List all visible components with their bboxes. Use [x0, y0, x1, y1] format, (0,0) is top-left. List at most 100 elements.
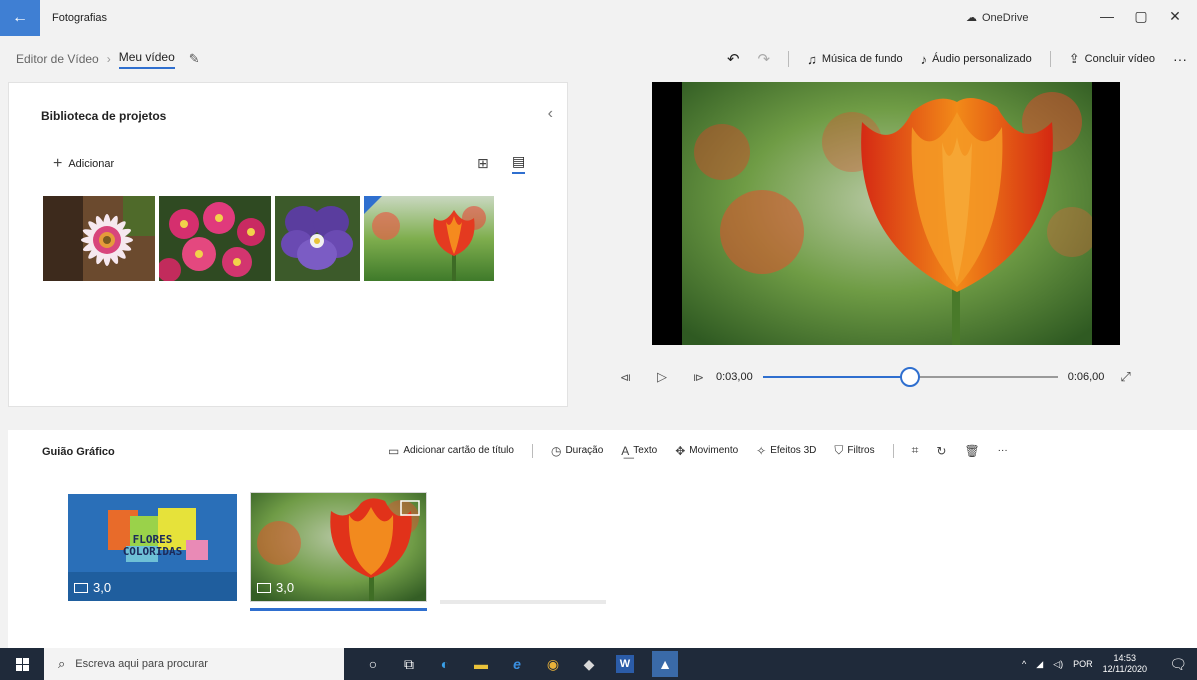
internet-explorer-icon[interactable]: e [508, 655, 526, 673]
effects-3d-button[interactable]: ✧ Efeitos 3D [756, 444, 816, 458]
motion-icon: ✥ [675, 443, 686, 458]
chrome-icon[interactable]: ◉ [544, 655, 562, 673]
play-button[interactable]: ▷ [657, 369, 667, 385]
minimize-button[interactable]: — [1092, 8, 1122, 24]
card-duration-value: 3,0 [276, 580, 295, 595]
add-media-button[interactable]: + Adicionar [53, 155, 114, 173]
next-frame-button[interactable]: ⧐ [693, 371, 704, 384]
total-time: 0:06,00 [1067, 371, 1105, 383]
storyboard-card-title[interactable]: FLORES COLORIDAS 3,0 [68, 494, 237, 601]
cloud-icon: ☁ [966, 12, 977, 24]
video-preview[interactable] [652, 82, 1120, 345]
more-options-button[interactable]: ··· [1173, 51, 1187, 67]
clock-icon: ◷ [550, 443, 562, 458]
taskbar-apps: ○ ⧉ ◐ ▬ e ◉ ◆ W ▲ [364, 651, 678, 677]
image-icon [74, 582, 88, 593]
breadcrumb-parent[interactable]: Editor de Vídeo [16, 52, 99, 66]
seek-bar-handle[interactable] [900, 367, 921, 387]
clock-date: 12/11/2020 [1102, 664, 1147, 674]
language-indicator[interactable]: POR [1073, 659, 1093, 669]
toolbar-divider [788, 51, 790, 67]
search-placeholder: Escreva aqui para procurar [75, 658, 208, 670]
library-item-gerbera[interactable] [43, 196, 155, 281]
title-card-line-2: COLORIDAS [122, 545, 183, 558]
text-icon: A͟ [621, 443, 630, 458]
taskbar-search[interactable]: ⌕ Escreva aqui para procurar [44, 648, 344, 680]
list-view-button[interactable]: ▤ [512, 153, 526, 174]
storyboard-toolbar: ▭ Adicionar cartão de título ◷ Duração A… [388, 443, 1026, 458]
expand-icon[interactable]: ⤢ [1120, 369, 1130, 385]
tulip-thumb-image [364, 196, 494, 281]
text-label: Texto [633, 445, 658, 456]
undo-button[interactable]: ↶ [727, 50, 740, 68]
network-icon[interactable]: ◢ [1036, 659, 1043, 670]
title-card-text: FLORES COLORIDAS [68, 534, 237, 558]
custom-audio-label: Áudio personalizado [932, 53, 1032, 65]
windows-taskbar: ⌕ Escreva aqui para procurar ○ ⧉ ◐ ▬ e ◉… [0, 648, 1197, 680]
toolbar-divider [1049, 51, 1051, 67]
toolbar-divider [892, 443, 894, 458]
search-icon: ⌕ [58, 656, 66, 671]
effects-3d-icon: ✧ [756, 443, 767, 458]
background-music-button[interactable]: ♫ Música de fundo [807, 52, 902, 67]
plus-icon: + [53, 155, 63, 172]
custom-audio-button[interactable]: ♪ Áudio personalizado [921, 52, 1032, 67]
library-item-tulip[interactable] [364, 196, 494, 281]
redo-button[interactable]: ↷ [758, 50, 771, 68]
trash-icon: 🗑 [964, 443, 980, 458]
library-item-chrysanthemums[interactable] [159, 196, 271, 281]
filters-button[interactable]: ⛉ Filtros [834, 443, 874, 458]
chrysanthemums-image [159, 196, 271, 281]
storyboard-card-tulip[interactable]: 3,0 [250, 492, 427, 602]
photos-icon[interactable]: ▲ [652, 651, 678, 677]
onedrive-label: OneDrive [982, 11, 1029, 24]
back-arrow-icon: ← [12, 9, 28, 26]
volume-icon[interactable]: ◁) [1053, 659, 1063, 670]
seek-bar[interactable] [762, 367, 1058, 387]
grid-view-button[interactable]: ⊞ [477, 155, 489, 172]
empty-storyboard-slot[interactable] [440, 494, 606, 604]
app-title: Fotografias [52, 12, 108, 24]
motion-button[interactable]: ✥ Movimento [675, 444, 738, 458]
previous-frame-button[interactable]: ⧏ [620, 371, 631, 384]
edge-icon[interactable]: ◐ [436, 655, 454, 673]
word-icon[interactable]: W [616, 655, 634, 673]
start-button[interactable] [0, 648, 44, 680]
pansy-image [275, 196, 360, 281]
back-button[interactable]: ← [0, 0, 40, 36]
add-title-card-button[interactable]: ▭ Adicionar cartão de título [388, 444, 514, 458]
card-duration-value: 3,0 [93, 580, 112, 595]
collapse-library-button[interactable]: ‹ [548, 105, 553, 123]
rename-pencil-icon[interactable]: ✎ [189, 51, 200, 67]
rotate-button[interactable]: ↻ [936, 444, 946, 458]
finish-video-button[interactable]: ⇪ Concluir vídeo [1069, 51, 1155, 67]
background-music-label: Música de fundo [821, 53, 903, 65]
motion-label: Movimento [689, 445, 739, 456]
finish-video-label: Concluir vídeo [1084, 53, 1155, 65]
duration-button[interactable]: ◷ Duração [551, 444, 603, 458]
eraser-app-icon[interactable]: ◆ [580, 655, 598, 673]
delete-button[interactable]: 🗑 [964, 444, 979, 458]
filter-icon: ⛉ [834, 443, 844, 457]
maximize-button[interactable]: ▢ [1126, 8, 1156, 25]
cortana-icon[interactable]: ○ [364, 655, 382, 673]
clock-time: 14:53 [1113, 653, 1137, 663]
image-icon [257, 582, 271, 593]
onedrive-button[interactable]: ☁ OneDrive [966, 11, 1029, 25]
music-note-icon: ♫ [807, 51, 817, 67]
task-view-icon[interactable]: ⧉ [400, 655, 418, 673]
library-item-pansy[interactable] [275, 196, 360, 281]
close-button[interactable]: ✕ [1160, 8, 1190, 25]
rotate-icon: ↻ [936, 443, 947, 458]
selection-indicator [250, 608, 427, 611]
file-explorer-icon[interactable]: ▬ [472, 655, 490, 673]
chevron-up-icon[interactable]: ^ [1022, 659, 1026, 669]
text-button[interactable]: A͟ Texto [621, 444, 657, 458]
crop-button[interactable]: ⌗ [912, 443, 919, 458]
windows-logo-icon [15, 657, 29, 671]
notifications-icon[interactable]: 🗨 [1169, 656, 1187, 673]
duration-label: Duração [565, 445, 604, 456]
storyboard-more-button[interactable]: ··· [998, 445, 1008, 456]
project-library-panel: Biblioteca de projetos ‹ + Adicionar ⊞ ▤ [8, 82, 568, 407]
clock[interactable]: 14:53 12/11/2020 [1103, 653, 1147, 675]
